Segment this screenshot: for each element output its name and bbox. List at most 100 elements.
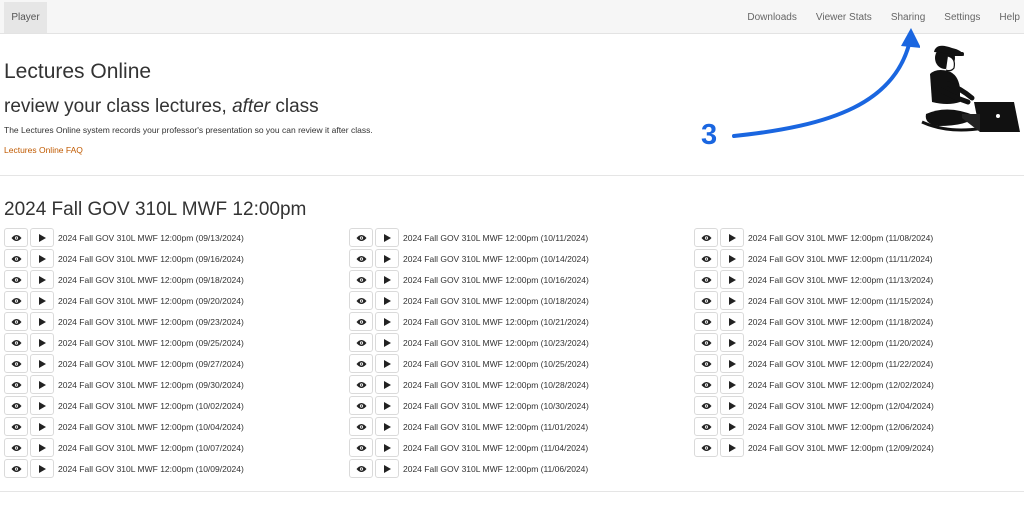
- nav-sharing-link[interactable]: Sharing: [891, 12, 925, 23]
- view-button[interactable]: [694, 312, 718, 331]
- lecture-title[interactable]: 2024 Fall GOV 310L MWF 12:00pm (12/04/20…: [748, 401, 934, 411]
- lecture-title[interactable]: 2024 Fall GOV 310L MWF 12:00pm (10/09/20…: [58, 464, 244, 474]
- lecture-title[interactable]: 2024 Fall GOV 310L MWF 12:00pm (11/20/20…: [748, 338, 933, 348]
- play-button[interactable]: [30, 333, 54, 352]
- view-button[interactable]: [694, 375, 718, 394]
- play-button[interactable]: [375, 375, 399, 394]
- play-button[interactable]: [375, 249, 399, 268]
- lecture-title[interactable]: 2024 Fall GOV 310L MWF 12:00pm (10/16/20…: [403, 275, 589, 285]
- lecture-title[interactable]: 2024 Fall GOV 310L MWF 12:00pm (09/27/20…: [58, 359, 244, 369]
- play-button[interactable]: [30, 417, 54, 436]
- lecture-title[interactable]: 2024 Fall GOV 310L MWF 12:00pm (11/13/20…: [748, 275, 933, 285]
- view-button[interactable]: [694, 333, 718, 352]
- lecture-title[interactable]: 2024 Fall GOV 310L MWF 12:00pm (10/18/20…: [403, 296, 589, 306]
- view-button[interactable]: [694, 438, 718, 457]
- play-button[interactable]: [30, 270, 54, 289]
- play-button[interactable]: [30, 249, 54, 268]
- view-button[interactable]: [694, 228, 718, 247]
- view-button[interactable]: [4, 270, 28, 289]
- lecture-title[interactable]: 2024 Fall GOV 310L MWF 12:00pm (11/06/20…: [403, 464, 588, 474]
- lecture-title[interactable]: 2024 Fall GOV 310L MWF 12:00pm (09/18/20…: [58, 275, 244, 285]
- lecture-title[interactable]: 2024 Fall GOV 310L MWF 12:00pm (12/02/20…: [748, 380, 934, 390]
- play-button[interactable]: [30, 354, 54, 373]
- lecture-title[interactable]: 2024 Fall GOV 310L MWF 12:00pm (10/02/20…: [58, 401, 244, 411]
- lecture-title[interactable]: 2024 Fall GOV 310L MWF 12:00pm (09/25/20…: [58, 338, 244, 348]
- view-button[interactable]: [349, 249, 373, 268]
- view-button[interactable]: [694, 417, 718, 436]
- play-button[interactable]: [375, 291, 399, 310]
- view-button[interactable]: [4, 396, 28, 415]
- lecture-title[interactable]: 2024 Fall GOV 310L MWF 12:00pm (09/13/20…: [58, 233, 244, 243]
- play-button[interactable]: [720, 375, 744, 394]
- play-button[interactable]: [375, 228, 399, 247]
- lecture-title[interactable]: 2024 Fall GOV 310L MWF 12:00pm (10/28/20…: [403, 380, 589, 390]
- view-button[interactable]: [4, 375, 28, 394]
- lecture-title[interactable]: 2024 Fall GOV 310L MWF 12:00pm (09/30/20…: [58, 380, 244, 390]
- view-button[interactable]: [349, 438, 373, 457]
- lecture-title[interactable]: 2024 Fall GOV 310L MWF 12:00pm (11/08/20…: [748, 233, 933, 243]
- play-button[interactable]: [375, 459, 399, 478]
- nav-player-tab[interactable]: Player: [4, 2, 47, 33]
- play-button[interactable]: [30, 396, 54, 415]
- view-button[interactable]: [4, 291, 28, 310]
- view-button[interactable]: [4, 228, 28, 247]
- play-button[interactable]: [375, 354, 399, 373]
- view-button[interactable]: [349, 396, 373, 415]
- view-button[interactable]: [349, 417, 373, 436]
- play-button[interactable]: [375, 312, 399, 331]
- view-button[interactable]: [694, 249, 718, 268]
- play-button[interactable]: [720, 396, 744, 415]
- play-button[interactable]: [30, 291, 54, 310]
- play-button[interactable]: [720, 228, 744, 247]
- lecture-title[interactable]: 2024 Fall GOV 310L MWF 12:00pm (09/16/20…: [58, 254, 244, 264]
- lecture-title[interactable]: 2024 Fall GOV 310L MWF 12:00pm (09/23/20…: [58, 317, 244, 327]
- view-button[interactable]: [4, 417, 28, 436]
- faq-link[interactable]: Lectures Online FAQ: [4, 145, 83, 155]
- lecture-title[interactable]: 2024 Fall GOV 310L MWF 12:00pm (10/23/20…: [403, 338, 589, 348]
- lecture-title[interactable]: 2024 Fall GOV 310L MWF 12:00pm (10/21/20…: [403, 317, 589, 327]
- lecture-title[interactable]: 2024 Fall GOV 310L MWF 12:00pm (11/18/20…: [748, 317, 933, 327]
- view-button[interactable]: [694, 396, 718, 415]
- play-button[interactable]: [375, 333, 399, 352]
- lecture-title[interactable]: 2024 Fall GOV 310L MWF 12:00pm (10/04/20…: [58, 422, 244, 432]
- lecture-title[interactable]: 2024 Fall GOV 310L MWF 12:00pm (10/14/20…: [403, 254, 589, 264]
- view-button[interactable]: [4, 312, 28, 331]
- play-button[interactable]: [30, 459, 54, 478]
- view-button[interactable]: [349, 291, 373, 310]
- play-button[interactable]: [720, 270, 744, 289]
- view-button[interactable]: [349, 375, 373, 394]
- lecture-title[interactable]: 2024 Fall GOV 310L MWF 12:00pm (11/04/20…: [403, 443, 588, 453]
- lecture-title[interactable]: 2024 Fall GOV 310L MWF 12:00pm (10/30/20…: [403, 401, 589, 411]
- lecture-title[interactable]: 2024 Fall GOV 310L MWF 12:00pm (10/07/20…: [58, 443, 244, 453]
- lecture-title[interactable]: 2024 Fall GOV 310L MWF 12:00pm (11/01/20…: [403, 422, 588, 432]
- play-button[interactable]: [720, 249, 744, 268]
- view-button[interactable]: [4, 354, 28, 373]
- view-button[interactable]: [349, 333, 373, 352]
- play-button[interactable]: [375, 417, 399, 436]
- view-button[interactable]: [349, 228, 373, 247]
- view-button[interactable]: [349, 354, 373, 373]
- lecture-title[interactable]: 2024 Fall GOV 310L MWF 12:00pm (11/15/20…: [748, 296, 933, 306]
- view-button[interactable]: [4, 438, 28, 457]
- play-button[interactable]: [720, 312, 744, 331]
- view-button[interactable]: [349, 459, 373, 478]
- view-button[interactable]: [694, 291, 718, 310]
- view-button[interactable]: [349, 312, 373, 331]
- play-button[interactable]: [30, 438, 54, 457]
- lecture-title[interactable]: 2024 Fall GOV 310L MWF 12:00pm (09/20/20…: [58, 296, 244, 306]
- play-button[interactable]: [30, 312, 54, 331]
- lecture-title[interactable]: 2024 Fall GOV 310L MWF 12:00pm (12/09/20…: [748, 443, 934, 453]
- play-button[interactable]: [30, 375, 54, 394]
- view-button[interactable]: [4, 333, 28, 352]
- nav-settings-link[interactable]: Settings: [944, 12, 980, 23]
- nav-help-link[interactable]: Help: [999, 12, 1020, 23]
- play-button[interactable]: [375, 270, 399, 289]
- lecture-title[interactable]: 2024 Fall GOV 310L MWF 12:00pm (11/22/20…: [748, 359, 933, 369]
- play-button[interactable]: [720, 438, 744, 457]
- play-button[interactable]: [375, 438, 399, 457]
- nav-viewer-stats-link[interactable]: Viewer Stats: [816, 12, 872, 23]
- view-button[interactable]: [349, 270, 373, 289]
- view-button[interactable]: [4, 459, 28, 478]
- play-button[interactable]: [375, 396, 399, 415]
- play-button[interactable]: [720, 354, 744, 373]
